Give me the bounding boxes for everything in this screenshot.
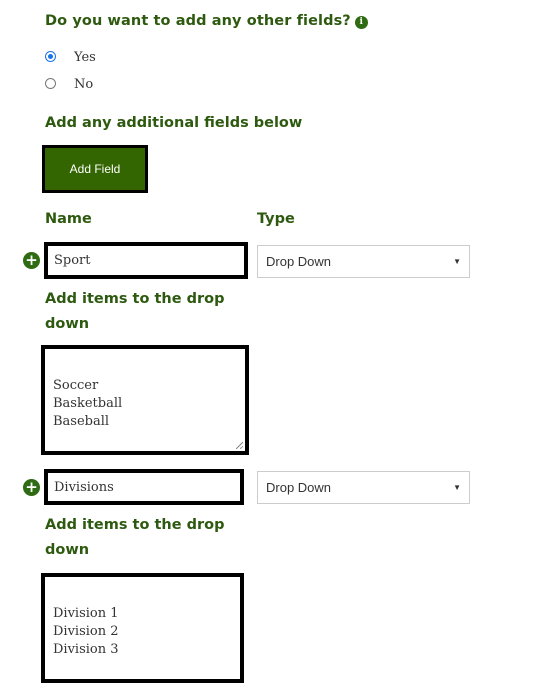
name-column-header: Name xyxy=(45,211,92,227)
radio-no-button[interactable] xyxy=(45,78,56,89)
question-text: Do you want to add any other fields? xyxy=(45,13,351,29)
field-type-value: Drop Down xyxy=(266,254,332,269)
chevron-down-icon: ▼ xyxy=(453,483,461,492)
add-row-plus-icon[interactable]: + xyxy=(23,252,40,269)
field-name-input[interactable]: Divisions xyxy=(44,469,244,505)
additional-fields-title: Add any additional fields below xyxy=(45,115,303,131)
chevron-down-icon: ▼ xyxy=(453,257,461,266)
radio-no-label: No xyxy=(74,77,94,92)
radio-yes-button[interactable] xyxy=(45,51,56,62)
field-type-select[interactable]: Drop Down ▼ xyxy=(257,471,470,504)
drop-down-items-text: Division 1 Division 2 Division 3 xyxy=(53,606,119,657)
radio-option-yes[interactable]: Yes xyxy=(45,50,165,67)
resize-grip-icon[interactable] xyxy=(236,442,243,449)
field-type-value: Drop Down xyxy=(266,480,332,495)
field-name-input[interactable]: Sport xyxy=(44,242,248,279)
drop-down-items-textarea[interactable]: Division 1 Division 2 Division 3 xyxy=(41,573,244,683)
drop-down-items-label: Add items to the drop down xyxy=(45,291,225,332)
drop-down-items-textarea[interactable]: Soccer Basketball Baseball xyxy=(41,345,249,455)
field-type-select[interactable]: Drop Down ▼ xyxy=(257,245,470,278)
other-fields-question: Do you want to add any other fields? i xyxy=(45,13,368,29)
type-column-header: Type xyxy=(257,211,295,227)
add-row-plus-icon[interactable]: + xyxy=(23,479,40,496)
radio-option-no[interactable]: No xyxy=(45,77,165,94)
info-icon[interactable]: i xyxy=(354,16,368,29)
add-field-button[interactable]: Add Field xyxy=(42,145,148,193)
radio-yes-label: Yes xyxy=(74,50,96,65)
drop-down-items-label: Add items to the drop down xyxy=(45,517,225,558)
drop-down-items-text: Soccer Basketball Baseball xyxy=(53,378,123,429)
